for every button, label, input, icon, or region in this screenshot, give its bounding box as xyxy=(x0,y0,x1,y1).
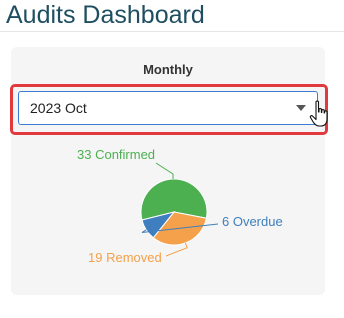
data-label-overdue: 6 Overdue xyxy=(222,214,283,229)
hand-pointer-icon xyxy=(309,100,328,127)
leader-line-confirmed xyxy=(155,162,174,180)
audits-dashboard: Audits Dashboard Monthly 2023 Oct 33 Con… xyxy=(0,0,344,318)
data-label-confirmed: 33 Confirmed xyxy=(77,147,155,162)
audits-pie-chart: 33 Confirmed 19 Removed 6 Overdue xyxy=(77,147,283,265)
data-label-removed: 19 Removed xyxy=(88,250,162,265)
